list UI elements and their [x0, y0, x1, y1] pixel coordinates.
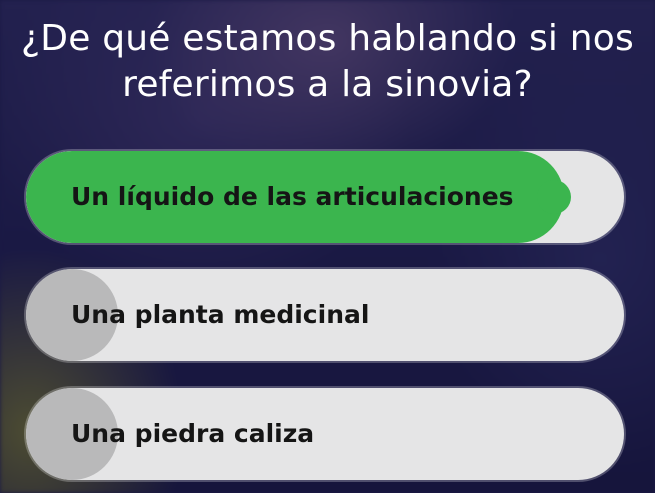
question-text: ¿De qué estamos hablando si nos referimo…: [21, 18, 634, 105]
answer-option-label: Una planta medicinal: [71, 300, 370, 329]
answer-option-1[interactable]: Un líquido de las articulaciones: [26, 151, 624, 243]
answer-result-fill-end: [537, 180, 571, 214]
answer-option-label: Un líquido de las articulaciones: [71, 182, 514, 211]
answer-option-3[interactable]: Una piedra caliza: [26, 388, 624, 480]
answer-option-label: Una piedra caliza: [71, 419, 315, 448]
answer-option-2[interactable]: Una planta medicinal: [26, 269, 624, 361]
